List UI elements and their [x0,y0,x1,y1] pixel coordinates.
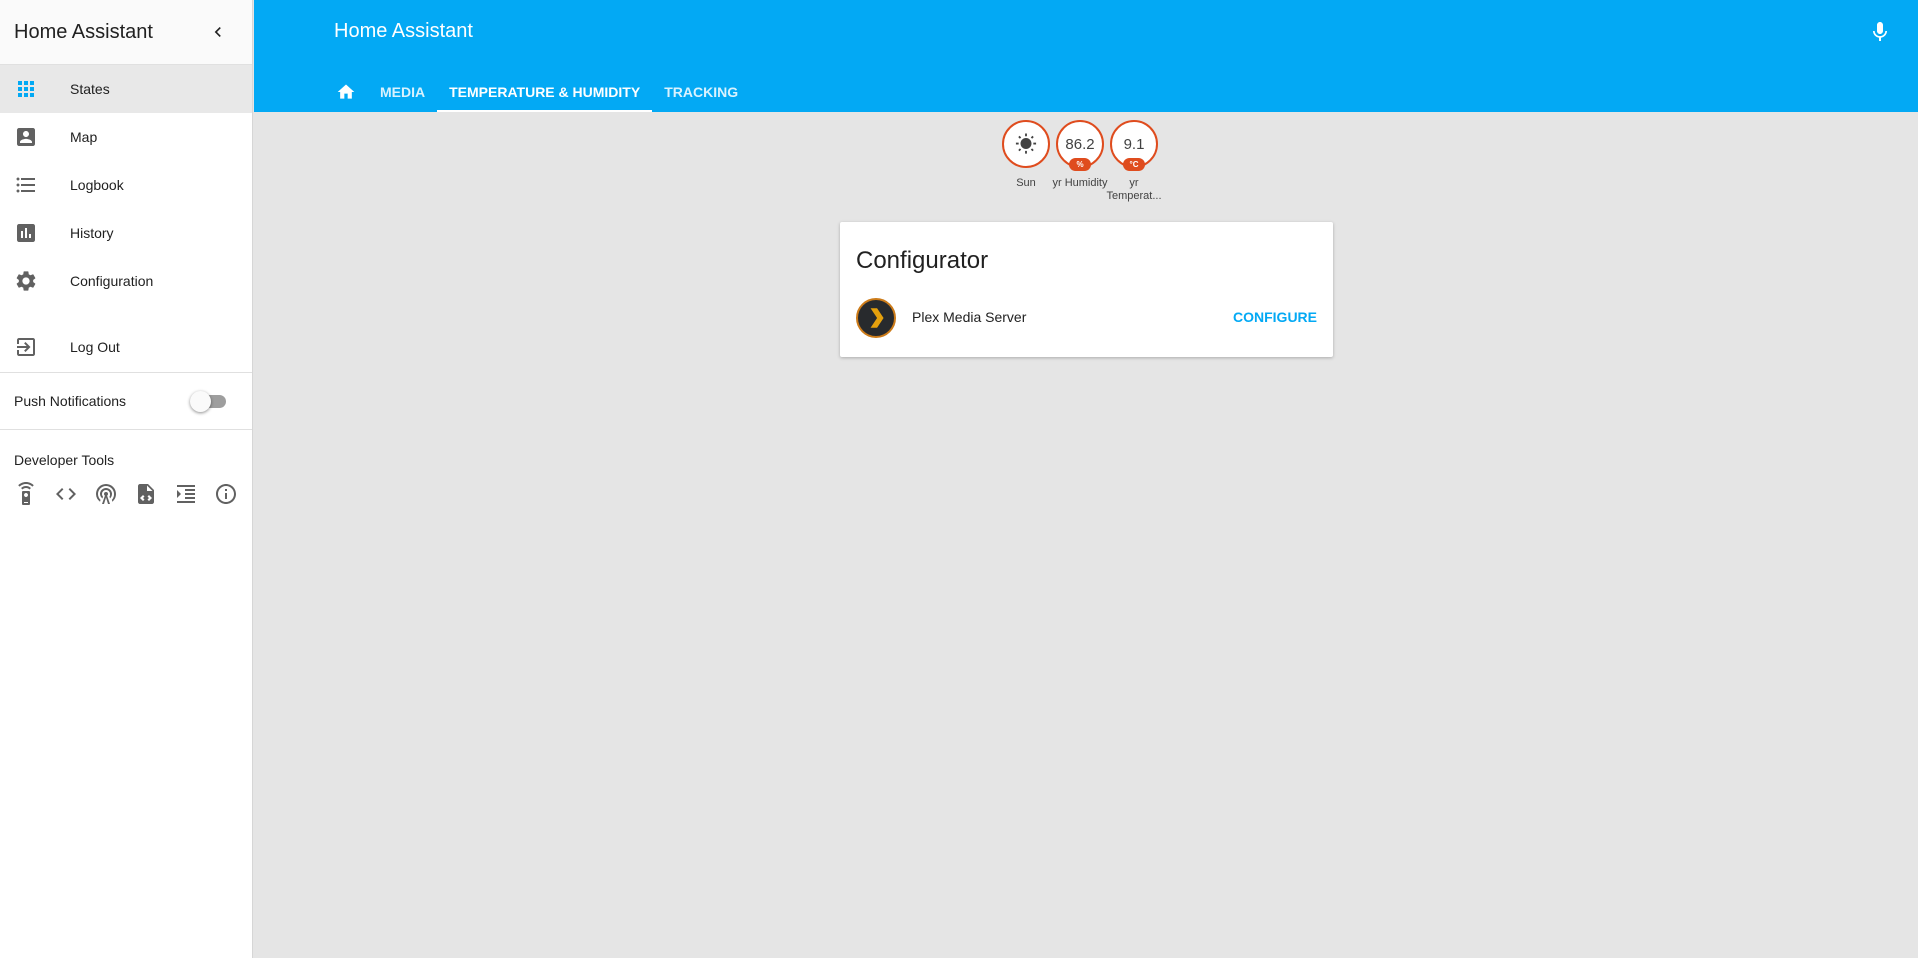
sidebar-item-label: Configuration [70,273,154,289]
dev-service-button[interactable] [14,482,38,506]
tab-temperature-humidity[interactable]: TEMPERATURE & HUMIDITY [437,72,653,112]
exit-to-app-icon [17,337,35,356]
badge-temperature[interactable]: 9.1 °C yr Temperat... [1106,120,1162,203]
sidebar-header: Home Assistant [0,0,252,65]
badge-value: 86.2 [1065,135,1095,153]
file-code-icon [138,484,154,504]
configurator-card: Configurator Plex Media Server CONFIGURE [840,222,1333,357]
toggle-thumb [190,391,211,412]
badge-circle: 9.1 °C [1110,120,1158,171]
format-indent-icon [177,485,195,503]
sidebar-item-label: Logbook [70,177,124,193]
configurator-entity-name: Plex Media Server [912,309,1027,325]
badge-label: Sun [1016,177,1036,189]
configure-button[interactable]: CONFIGURE [1233,309,1317,325]
sidebar-item-configuration[interactable]: Configuration [0,257,252,305]
badge-unit: % [1069,158,1091,171]
sidebar-title: Home Assistant [14,20,153,43]
microphone-icon [1873,22,1887,41]
page-title: Home Assistant [334,20,473,42]
plex-chevron-icon [870,308,884,328]
logout-label: Log Out [70,338,120,355]
tab-media[interactable]: MEDIA [368,72,437,112]
badge-humidity[interactable]: 86.2 % yr Humidity [1052,120,1108,203]
chart-bar-icon [17,224,35,242]
push-notifications-toggle[interactable] [190,391,226,412]
badge-circle: 86.2 % [1056,120,1104,171]
voice-command-button[interactable] [1868,20,1892,44]
dev-event-button[interactable] [94,482,118,506]
sidebar-item-history[interactable]: History [0,209,252,257]
developer-tools-row [0,482,252,506]
chevron-left-icon [214,27,221,37]
badge-label: yr Humidity [1052,177,1108,189]
collapse-sidebar-button[interactable] [206,20,230,44]
format-list-bulleted-icon [16,177,35,193]
sidebar-item-map[interactable]: Map [0,113,252,161]
badge-label: yr Temperat... [1106,177,1162,202]
app-header: Home Assistant MEDIA TEMPERATURE & HUMID… [254,0,1918,112]
code-tags-icon [56,488,76,500]
badge-sun[interactable]: Sun [1002,120,1050,203]
sidebar-item-logout[interactable]: Log Out [0,321,252,373]
sun-icon [1015,133,1037,154]
tab-tracking[interactable]: TRACKING [652,72,750,112]
dev-mqtt-button[interactable] [174,482,198,506]
dev-info-button[interactable] [214,482,238,506]
dev-state-button[interactable] [54,482,78,506]
sidebar-item-label: Map [70,129,98,145]
developer-tools-title: Developer Tools [14,452,115,468]
radio-tower-icon [96,484,116,504]
settings-icon [16,271,36,291]
account-box-icon [17,128,35,146]
sidebar: Home Assistant States Map Logbook Histor… [0,0,253,958]
state-badges: Sun 86.2 % yr Humidity 9.1 °C yr Tempera… [1002,120,1162,203]
info-outline-icon [216,484,236,504]
sidebar-item-states[interactable]: States [0,65,252,113]
sidebar-item-logbook[interactable]: Logbook [0,161,252,209]
badge-unit: °C [1123,158,1145,171]
push-notifications-row: Push Notifications [0,373,252,430]
tab-home[interactable] [324,72,368,112]
card-title: Configurator [856,247,989,274]
badge-value: 9.1 [1123,135,1145,153]
view-tabs: MEDIA TEMPERATURE & HUMIDITY TRACKING [324,72,750,112]
badge-circle [1002,120,1050,168]
sidebar-item-label: States [70,81,110,97]
apps-icon [18,81,34,97]
remote-icon [18,482,34,505]
sidebar-item-label: History [70,225,114,241]
push-notifications-label: Push Notifications [14,393,127,409]
dev-template-button[interactable] [134,482,158,506]
home-icon [337,84,355,99]
plex-logo [856,298,896,338]
